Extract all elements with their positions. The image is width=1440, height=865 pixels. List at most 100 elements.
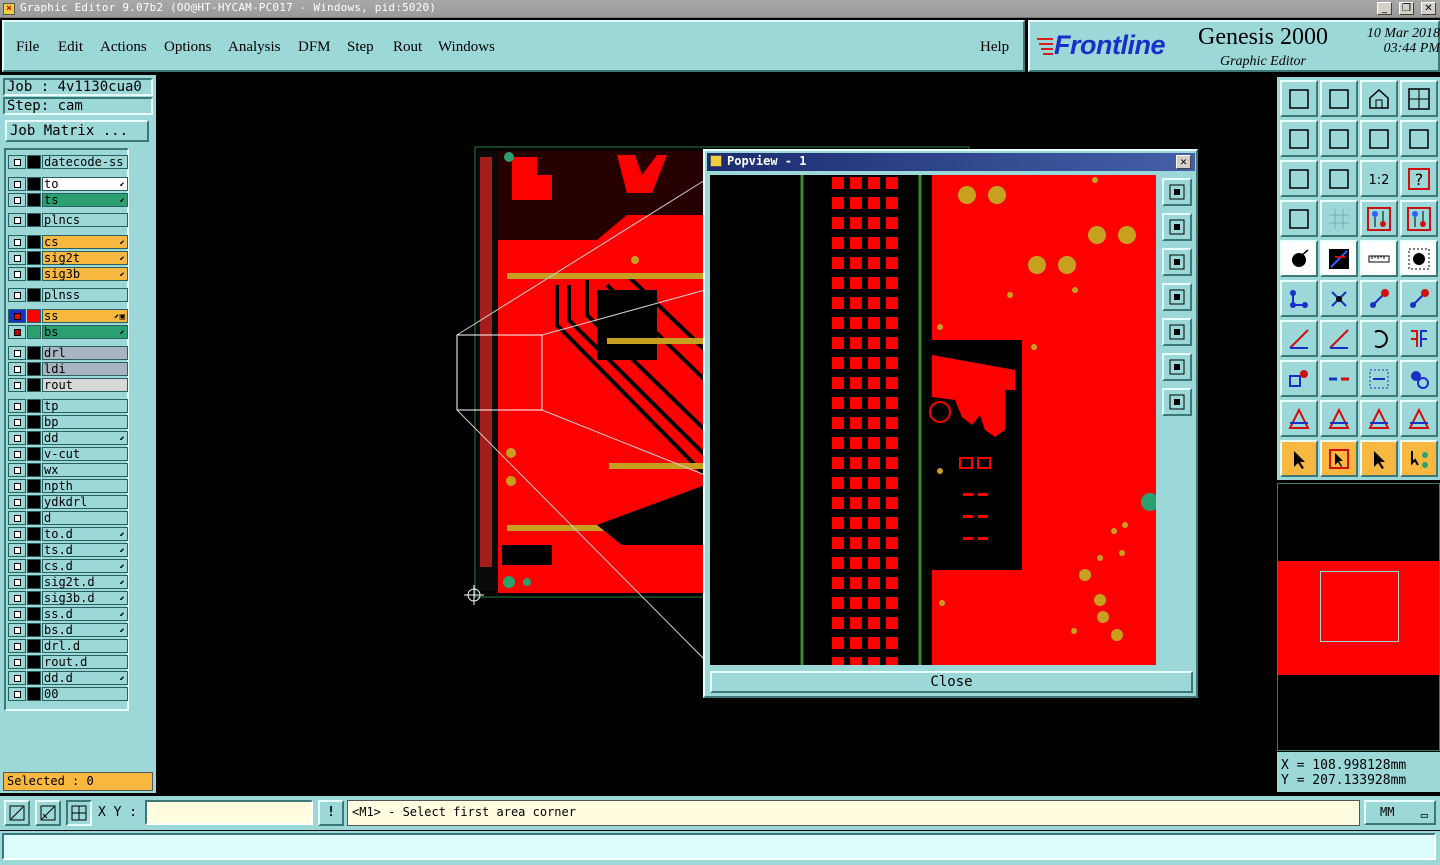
layer-label[interactable]: ldi (42, 362, 128, 376)
layer-label[interactable]: v-cut (42, 447, 128, 461)
layer-row[interactable]: v-cut (8, 447, 128, 461)
popview-window[interactable]: Popview - 1 ✕ Close (703, 149, 1198, 698)
layer-color-swatch[interactable] (27, 325, 41, 339)
layer-row[interactable]: sig3b.d ⬋ (8, 591, 128, 605)
layer-label[interactable]: dd ⬋ (42, 431, 128, 445)
layer-row[interactable]: ss.d ⬋ (8, 607, 128, 621)
layer-label[interactable]: to.d ⬋ (42, 527, 128, 541)
layer-color-swatch[interactable] (27, 591, 41, 605)
select-net-icon[interactable] (1400, 440, 1438, 477)
layer-checkbox[interactable] (8, 623, 26, 637)
help-icon[interactable]: ? (1400, 160, 1438, 197)
layer-label[interactable]: bp (42, 415, 128, 429)
layer-label[interactable]: sig2t.d ⬋ (42, 575, 128, 589)
layer-label[interactable]: bs.d ⬋ (42, 623, 128, 637)
layer-row[interactable]: ts.d ⬋ (8, 543, 128, 557)
layer-label[interactable]: cs ⬋ (42, 235, 128, 249)
angle-icon[interactable] (1280, 320, 1318, 357)
layer-color-swatch[interactable] (27, 431, 41, 445)
zoom-center-icon[interactable] (1320, 160, 1358, 197)
popview-titlebar[interactable]: Popview - 1 ✕ (707, 153, 1195, 171)
layer-checkbox[interactable] (8, 479, 26, 493)
popview-pan-left-icon[interactable] (1162, 283, 1192, 311)
layer-color-swatch[interactable] (27, 177, 41, 191)
layer-checkbox[interactable] (8, 235, 26, 249)
layer-color-swatch[interactable] (27, 193, 41, 207)
xy-input[interactable] (145, 800, 313, 825)
layer-color-swatch[interactable] (27, 447, 41, 461)
layer-label[interactable]: 00 (42, 687, 128, 701)
menu-options[interactable]: Options (164, 39, 212, 56)
layer-row[interactable]: tp (8, 399, 128, 413)
layer-checkbox[interactable] (8, 511, 26, 525)
layer-label[interactable]: d (42, 511, 128, 525)
layer-row[interactable]: sig2t.d ⬋ (8, 575, 128, 589)
popview-close-button[interactable]: Close (710, 671, 1193, 693)
layer-row[interactable]: bs ⬋ (8, 325, 128, 339)
menu-analysis[interactable]: Analysis (228, 39, 281, 56)
popview-pan-down-icon[interactable] (1162, 248, 1192, 276)
layer-label[interactable]: ss ⬋▣ (42, 309, 128, 323)
layer-checkbox[interactable] (8, 251, 26, 265)
layer-color-swatch[interactable] (27, 495, 41, 509)
delete-icon[interactable] (1320, 280, 1358, 317)
select-arrow-icon[interactable] (1280, 440, 1318, 477)
layer-row[interactable]: drl.d (8, 639, 128, 653)
layer-label[interactable]: rout (42, 378, 128, 392)
measure-icon[interactable] (35, 800, 61, 826)
layer-color-swatch[interactable] (27, 288, 41, 302)
layer-color-swatch[interactable] (27, 511, 41, 525)
layer-checkbox[interactable] (8, 559, 26, 573)
popview-center-icon[interactable] (1162, 388, 1192, 416)
select-pad-icon[interactable] (1280, 360, 1318, 397)
layer-row[interactable]: sig3b ⬋ (8, 267, 128, 281)
popview-pan-right-icon[interactable] (1162, 318, 1192, 346)
menu-edit[interactable]: Edit (58, 39, 83, 56)
layer-color-swatch[interactable] (27, 671, 41, 685)
layer-checkbox[interactable] (8, 378, 26, 392)
layer-color-swatch[interactable] (27, 559, 41, 573)
layer-row[interactable]: ts ⬋ (8, 193, 128, 207)
layer-row[interactable]: to ⬋ (8, 177, 128, 191)
menu-rout[interactable]: Rout (393, 39, 422, 56)
layer-checkbox[interactable] (8, 575, 26, 589)
layer-row[interactable]: dd ⬋ (8, 431, 128, 445)
layer-row[interactable]: dd.d ⬋ (8, 671, 128, 685)
layer-label[interactable]: plnss (42, 288, 128, 302)
layer-color-swatch[interactable] (27, 251, 41, 265)
layer-checkbox[interactable] (8, 288, 26, 302)
layer-label[interactable]: ydkdrl (42, 495, 128, 509)
layer-checkbox[interactable] (8, 527, 26, 541)
layer-row[interactable]: ss ⬋▣ (8, 309, 128, 323)
close-window-button[interactable]: ✕ (1421, 2, 1436, 15)
popview-close-x-button[interactable]: ✕ (1176, 155, 1191, 169)
layer-row[interactable]: bp (8, 415, 128, 429)
zoom-area-icon[interactable] (4, 800, 30, 826)
units-select[interactable]: MM ▭ (1364, 800, 1436, 825)
layer-checkbox[interactable] (8, 213, 26, 227)
command-input[interactable] (2, 833, 1436, 860)
layer-label[interactable]: drl (42, 346, 128, 360)
layer-checkbox[interactable] (8, 309, 26, 323)
layer-row[interactable]: d (8, 511, 128, 525)
layer-color-swatch[interactable] (27, 479, 41, 493)
layer-row[interactable]: sig2t ⬋ (8, 251, 128, 265)
layer-checkbox[interactable] (8, 447, 26, 461)
layer-label[interactable]: tp (42, 399, 128, 413)
group-icon[interactable] (1400, 360, 1438, 397)
layer-label[interactable]: cs.d ⬋ (42, 559, 128, 573)
add-line-icon[interactable] (1320, 240, 1358, 277)
layer-color-swatch[interactable] (27, 399, 41, 413)
layer-color-swatch[interactable] (27, 543, 41, 557)
layer-label[interactable]: to ⬋ (42, 177, 128, 191)
net-list-icon[interactable] (1400, 200, 1438, 237)
layer-row[interactable]: plnss (8, 288, 128, 302)
navigator-map[interactable] (1277, 483, 1440, 751)
layer-label[interactable]: sig3b.d ⬋ (42, 591, 128, 605)
menu-help[interactable]: Help (980, 39, 1009, 56)
layer-checkbox[interactable] (8, 399, 26, 413)
layer-checkbox[interactable] (8, 415, 26, 429)
layer-checkbox[interactable] (8, 267, 26, 281)
layer-checkbox[interactable] (8, 193, 26, 207)
layer-checkbox[interactable] (8, 655, 26, 669)
